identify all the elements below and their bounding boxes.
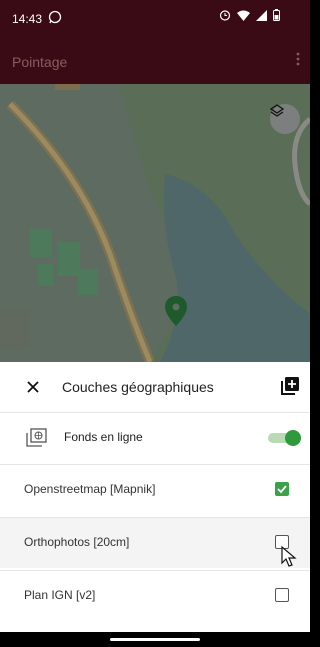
online-backgrounds-row[interactable]: Fonds en ligne (0, 412, 310, 463)
status-icons (219, 9, 280, 24)
status-time: 14:43 (12, 12, 43, 26)
layer-label: Openstreetmap [Mapnik] (24, 482, 156, 496)
whatsapp-icon (48, 10, 62, 27)
online-backgrounds-label: Fonds en ligne (64, 430, 143, 444)
layer-label: Plan IGN [v2] (24, 588, 96, 602)
app-bar: Pointage (0, 38, 310, 84)
map-pin-icon[interactable] (165, 296, 187, 326)
map-view[interactable] (0, 84, 310, 362)
home-handle[interactable] (110, 638, 200, 641)
online-backgrounds-toggle[interactable] (268, 430, 302, 446)
close-icon[interactable] (22, 376, 44, 398)
layer-row-orthophotos[interactable]: Orthophotos [20cm] (0, 517, 310, 568)
sheet-title: Couches géographiques (62, 379, 214, 395)
sheet-header: Couches géographiques (0, 362, 310, 412)
check-icon (277, 485, 287, 494)
battery-icon (273, 9, 280, 24)
layer-label: Orthophotos [20cm] (24, 535, 130, 549)
map-canvas (0, 84, 310, 362)
layers-button[interactable] (270, 104, 300, 134)
alarm-icon (219, 9, 231, 24)
pointer-cursor-icon (279, 545, 299, 568)
system-nav-bar (0, 632, 310, 647)
add-layer-icon[interactable] (280, 376, 300, 396)
layers-sheet: Couches géographiques Fonds en ligne Ope… (0, 362, 310, 632)
app-title: Pointage (12, 54, 68, 70)
more-vertical-icon[interactable] (296, 52, 300, 70)
online-layer-icon (26, 428, 48, 448)
layer-checkbox-openstreetmap[interactable] (275, 482, 289, 496)
wifi-icon (237, 10, 250, 24)
toggle-knob (285, 430, 301, 446)
layer-row-plan-ign[interactable]: Plan IGN [v2] (0, 570, 310, 621)
layer-row-openstreetmap[interactable]: Openstreetmap [Mapnik] (0, 464, 310, 515)
signal-icon (256, 9, 267, 24)
status-bar: 14:43 (0, 0, 310, 38)
layer-checkbox-plan-ign[interactable] (275, 588, 289, 602)
